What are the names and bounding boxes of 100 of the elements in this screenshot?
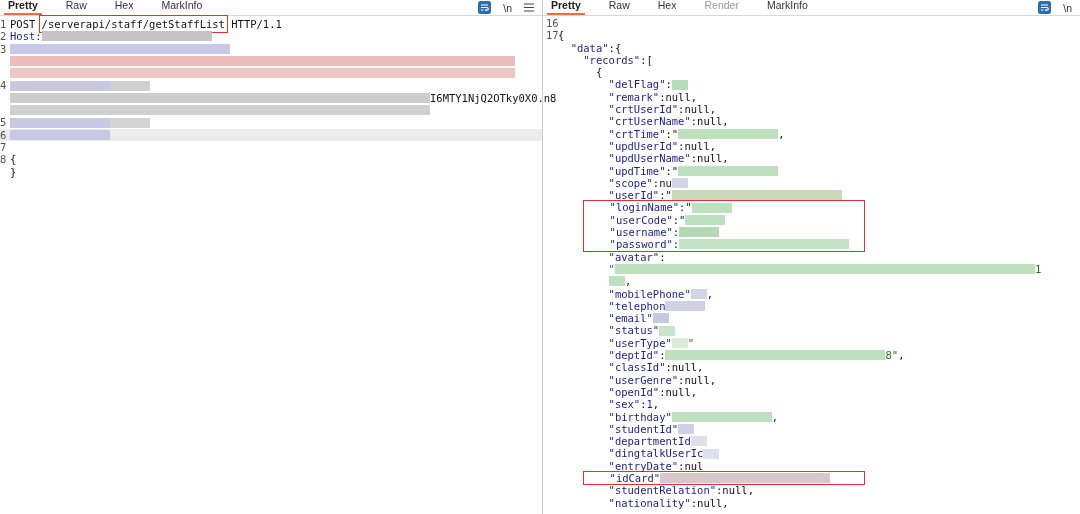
json-key: "dingtalkUserIc [558, 447, 704, 460]
json-value: 1 [646, 398, 653, 411]
wrap-icon[interactable] [1038, 1, 1052, 14]
json-key: "remark" [558, 90, 660, 104]
json-value: " [607, 262, 615, 276]
code-text: :null, [678, 373, 717, 386]
newline-toggle[interactable]: \n [1063, 1, 1072, 14]
view-tab[interactable]: Raw [61, 0, 91, 15]
json-key: "password" [559, 238, 673, 251]
line-number: 6 [0, 128, 7, 141]
code-text: :[ [640, 53, 653, 67]
code-text: /serverapi/staff/getStaffList [41, 18, 225, 31]
code-text: :" [665, 164, 679, 177]
code-text: : [672, 238, 680, 251]
code-text: : [659, 349, 666, 362]
code-text: :null, [678, 103, 717, 116]
json-key: "sex" [558, 398, 641, 411]
code-text: { [10, 153, 17, 166]
json-key: "data" [558, 41, 609, 54]
json-key: "studentRelation" [558, 484, 717, 497]
json-key: "studentId" [558, 422, 679, 436]
json-key: "username" [559, 226, 673, 239]
json-key: "userType" [558, 336, 672, 349]
json-key: "crtTime" [558, 127, 666, 140]
code-text: :null, [659, 385, 698, 399]
code-text: { [594, 66, 603, 79]
code-text: :" [659, 189, 672, 202]
code-text: , [778, 127, 785, 140]
view-tab[interactable]: Pretty [4, 0, 42, 15]
code-text: POST [10, 18, 37, 31]
code-text: :null, [659, 90, 698, 104]
json-key: "updUserName" [558, 152, 691, 165]
line-number: 7 [0, 140, 7, 153]
line-number: 17 [546, 29, 559, 42]
json-key: "nationality" [558, 496, 691, 509]
view-tab[interactable]: Raw [604, 0, 634, 15]
code-text: :" [665, 127, 679, 140]
code-text: :null, [690, 115, 729, 128]
json-value: 1 [1034, 262, 1042, 276]
line-number: 1 [0, 18, 7, 30]
json-value: 8" [885, 349, 899, 362]
code-text: : [640, 398, 647, 411]
json-key: "records" [558, 53, 641, 67]
json-key: "deptId" [558, 349, 660, 362]
json-key: "crtUserName" [558, 115, 691, 128]
json-key: "userId" [558, 189, 660, 202]
code-text: :null, [690, 152, 729, 165]
json-key: "openId" [558, 385, 660, 399]
code-text: , [706, 287, 714, 300]
code-text: , [898, 349, 905, 362]
json-key: "crtUserId" [558, 103, 679, 116]
code-text: :" [672, 213, 686, 227]
json-key: "entryDate" [558, 459, 679, 472]
json-key: "status" [558, 324, 660, 337]
code-text: I6MTY1NjQ2OTky0X0.n8 [430, 91, 557, 105]
code-text: :null, [665, 361, 704, 374]
line-number: 3 [0, 42, 7, 55]
line-number: 2 [0, 30, 7, 43]
json-key: "userGenre" [558, 373, 679, 386]
code-text: :null, [690, 496, 729, 509]
code-text: HTTP/1.1 [230, 18, 282, 31]
view-tab[interactable]: Hex [110, 0, 138, 15]
code-text: , [652, 398, 660, 411]
json-key: "updUserId" [558, 139, 679, 153]
code-text: : [672, 226, 680, 239]
json-key: "loginName" [559, 201, 680, 214]
code-text: :null, [678, 139, 717, 153]
json-key: "classId" [558, 361, 666, 374]
code-text: :nu [652, 176, 672, 190]
json-key: "userCode" [559, 213, 673, 227]
line-number: 5 [0, 116, 7, 129]
json-key: "birthday" [558, 410, 672, 423]
json-key: "telephon [558, 299, 666, 313]
view-tab[interactable]: Hex [653, 0, 681, 15]
code-text: :null, [716, 484, 754, 497]
json-key: "mobilePhone" [558, 287, 691, 300]
code-text: : [659, 250, 666, 263]
json-key: "departmentId [558, 435, 691, 448]
newline-toggle[interactable]: \n [503, 1, 512, 14]
line-number: 8 [0, 153, 7, 166]
menu-icon[interactable] [524, 3, 534, 12]
json-key: "scope" [558, 176, 653, 190]
json-key: "updTime" [558, 164, 666, 177]
code-text: { [558, 29, 565, 42]
code-text: :nul [678, 459, 704, 472]
code-text: :{ [608, 41, 622, 54]
line-number: 4 [0, 79, 7, 92]
json-value: " [687, 336, 695, 349]
code-text: : [665, 78, 672, 91]
json-key: "idCard" [559, 472, 661, 485]
json-key: "delFlag" [558, 78, 666, 91]
code-text: , [771, 410, 779, 423]
wrap-icon[interactable] [478, 1, 492, 14]
view-tab[interactable]: Pretty [547, 0, 585, 15]
code-text: , [625, 275, 632, 288]
view-tab[interactable]: MarkInfo [157, 0, 207, 15]
json-key: "email" [558, 312, 653, 325]
code-text: } [10, 165, 17, 178]
json-key: Host: [10, 30, 42, 43]
view-tab[interactable]: MarkInfo [762, 0, 812, 15]
